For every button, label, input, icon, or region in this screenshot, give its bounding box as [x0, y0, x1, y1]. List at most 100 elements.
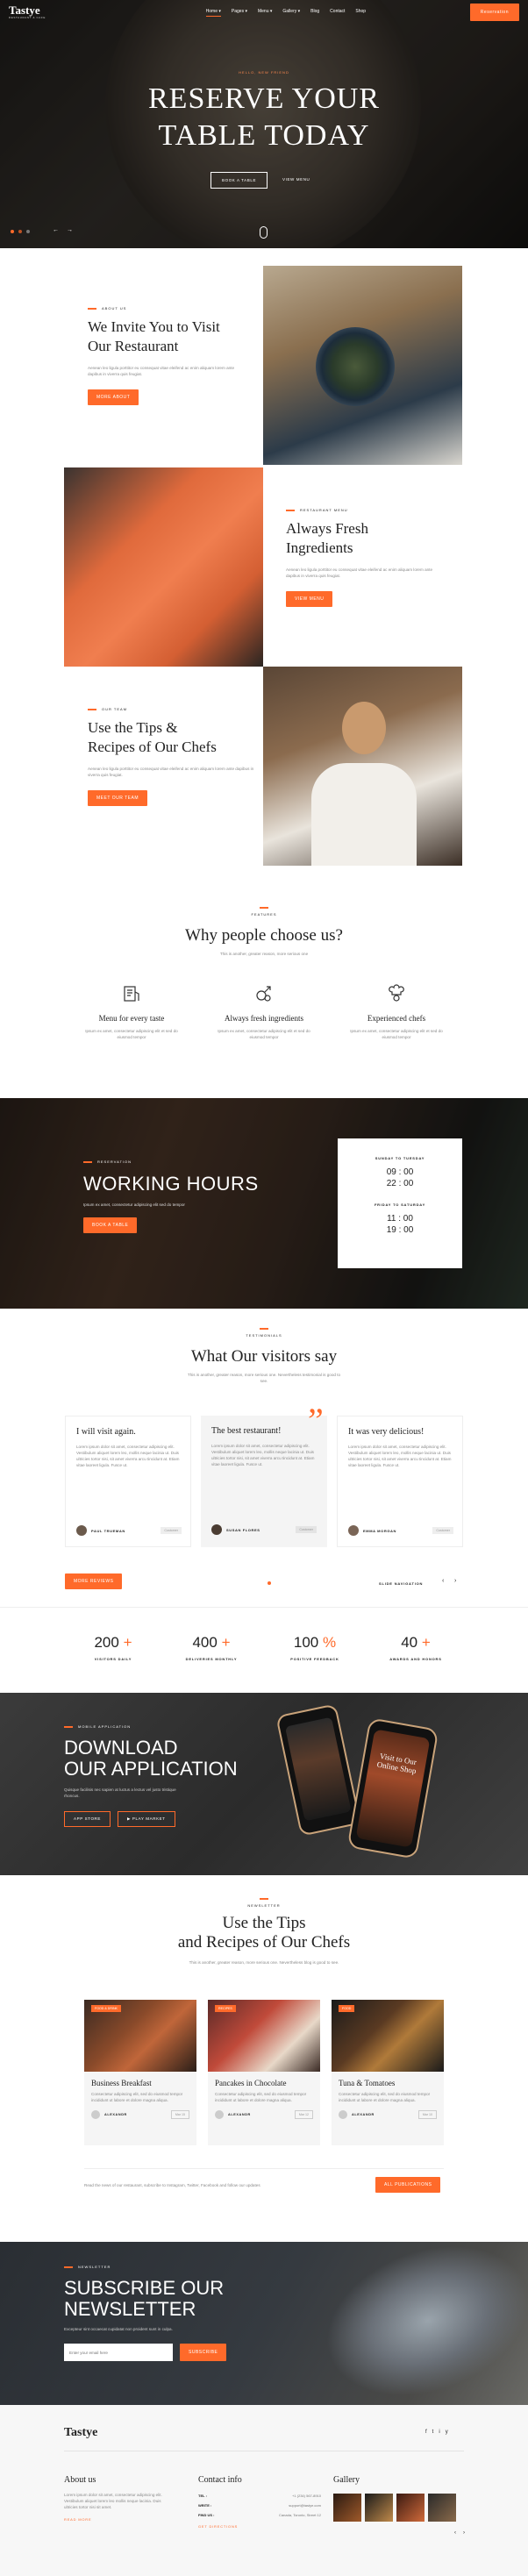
playstore-button[interactable]: ▶ PLAY MARKET: [118, 1811, 175, 1827]
nav-item-pages[interactable]: Pages ▾: [232, 9, 247, 17]
hours-card: SUNDAY TO TUESDAY 09 : 00 22 : 00 FRIDAY…: [338, 1138, 462, 1268]
testimonials-section: TESTIMONIALS What Our visitors say This …: [0, 1309, 528, 1607]
footer-about-title: About us: [64, 2475, 96, 2485]
brand-logo[interactable]: Tastye RESTAURANT & CAFE: [9, 4, 46, 19]
gallery-thumb[interactable]: [333, 2494, 361, 2522]
hero-book-button[interactable]: BOOK A TABLE: [210, 172, 268, 189]
blog-title: Pancakes in Chocolate: [215, 2079, 287, 2087]
blog-author: ALEXANDR: [352, 2113, 375, 2116]
youtube-icon[interactable]: y: [446, 2430, 448, 2435]
fresh-title-line2: Ingredients: [286, 539, 353, 556]
why-title: Why people choose us?: [185, 926, 343, 945]
blog-body: Tuna & Tomatoes Consectetur adipiscing e…: [332, 2072, 444, 2126]
reservation-button[interactable]: Reservation: [469, 4, 519, 21]
all-publications-button[interactable]: ALL PUBLICATIONS: [375, 2177, 441, 2193]
slider-dot[interactable]: [26, 230, 30, 233]
gallery-next-icon[interactable]: ›: [463, 2530, 465, 2536]
subscribe-button[interactable]: SUBSCRIBE: [180, 2344, 227, 2361]
nav-item-gallery[interactable]: Gallery ▾: [282, 9, 300, 17]
stat-value: 200: [94, 1634, 119, 1651]
slider-dot-active[interactable]: [268, 1581, 271, 1585]
news-section: NEWSLETTER Use the Tips and Recipes of O…: [0, 1875, 528, 2242]
gallery-thumb[interactable]: [428, 2494, 456, 2522]
news-kicker-line: [260, 1898, 268, 1900]
appstore-button[interactable]: APP STORE: [64, 1811, 111, 1827]
news-subtitle: This is another, greater reason, more se…: [189, 1960, 339, 1965]
hours-day-label: FRIDAY TO SATURDAY: [374, 1202, 426, 1207]
slider-prev-icon[interactable]: ‹: [442, 1578, 444, 1584]
slider-dot[interactable]: [18, 230, 22, 233]
gallery-prev-icon[interactable]: ‹: [454, 2530, 456, 2536]
hours-open-time: 11 : 00: [387, 1214, 413, 1224]
news-footer-divider: [84, 2168, 444, 2169]
nav-item-home[interactable]: Home ▾: [205, 9, 221, 17]
brand-tagline: RESTAURANT & CAFE: [9, 16, 46, 19]
invite-button[interactable]: MORE ABOUT: [88, 389, 139, 405]
stat-value-row: 100 %: [267, 1634, 363, 1652]
fresh-button[interactable]: VIEW MENU: [286, 591, 333, 607]
feature-title: Menu for every taste: [98, 1014, 165, 1023]
gallery-thumb[interactable]: [396, 2494, 425, 2522]
contact-value[interactable]: +1 (234) 567-8910: [292, 2494, 321, 2498]
store-buttons: APP STORE ▶ PLAY MARKET: [64, 1811, 257, 1827]
facebook-icon[interactable]: f: [425, 2430, 427, 2435]
nav-item-contact[interactable]: Contact: [330, 9, 345, 17]
testimonials-kicker: TESTIMONIALS: [246, 1333, 282, 1338]
stats-section: 200 + VISITORS DAILY 400 + DELIVERIES MO…: [0, 1607, 528, 1695]
feature-menu: Menu for every taste Ipsum ex amet, cons…: [79, 982, 184, 1040]
blog-author-row: ALEXANDR Mar 15: [91, 2110, 189, 2119]
nav-item-shop[interactable]: Shop: [355, 9, 366, 17]
hours-text: Ipsum ex amet, consectetur adipiscing el…: [83, 1202, 185, 1207]
stat-suffix: +: [421, 1634, 431, 1651]
slider-next-icon[interactable]: →: [67, 227, 73, 233]
footer-contact-link[interactable]: GET DIRECTIONS: [198, 2524, 321, 2529]
nav-item-blog[interactable]: Blog: [310, 9, 319, 17]
avatar: [215, 2110, 224, 2119]
author-name: PAUL TRUEMAN: [91, 1528, 125, 1533]
more-reviews-button[interactable]: MORE REVIEWS: [65, 1573, 123, 1589]
hero-menu-link[interactable]: VIEW MENU: [282, 177, 310, 182]
app-kicker: MOBILE APPLICATION: [64, 1724, 257, 1729]
invite-title-line2: Our Restaurant: [88, 338, 179, 354]
gallery-thumb[interactable]: [365, 2494, 393, 2522]
blog-card[interactable]: FOOD & DRINK Business Breakfast Consecte…: [84, 2000, 196, 2145]
brand-name: Tastye: [9, 4, 40, 17]
gallery-grid: [333, 2494, 465, 2522]
slide-navigation-label: SLIDE NAVIGATION: [379, 1581, 424, 1586]
chef-icon: [385, 982, 408, 1005]
slider-dot-active[interactable]: [11, 230, 14, 233]
blog-body: Business Breakfast Consectetur adipiscin…: [84, 2072, 196, 2126]
blog-card[interactable]: FOOD Tuna & Tomatoes Consectetur adipisc…: [332, 2000, 444, 2145]
quote-icon: ”: [308, 1401, 324, 1440]
testimonial-card: I will visit again. Lorem ipsum dolor si…: [65, 1416, 191, 1547]
phone-front: Visit to Our Online Shop: [346, 1717, 439, 1859]
tips-text-block: OUR TEAM Use the Tips & Recipes of Our C…: [88, 707, 254, 806]
stat-value-row: 40 +: [367, 1634, 464, 1652]
fresh-title-line1: Always Fresh: [286, 520, 368, 537]
stat-label: AWARDS AND HONORS: [389, 1657, 442, 1661]
contact-value[interactable]: support@tastye.com: [289, 2503, 321, 2508]
tips-button[interactable]: MEET OUR TEAM: [88, 790, 147, 806]
twitter-icon[interactable]: t: [432, 2430, 434, 2435]
scroll-down-icon[interactable]: [260, 226, 268, 239]
salmon-image: [64, 467, 263, 667]
blog-card[interactable]: RECIPES Pancakes in Chocolate Consectetu…: [208, 2000, 320, 2145]
slider-prev-icon[interactable]: ←: [53, 227, 59, 233]
news-kicker: NEWSLETTER: [247, 1903, 281, 1908]
contact-row: WRITE : support@tastye.com: [198, 2503, 321, 2508]
fresh-kicker: RESTAURANT MENU: [286, 508, 444, 512]
testimonials-kicker-line: [260, 1328, 268, 1330]
nav-item-menu[interactable]: Menu ▾: [258, 9, 272, 17]
hours-book-button[interactable]: BOOK A TABLE: [83, 1217, 138, 1233]
slider-next-icon[interactable]: ›: [454, 1578, 456, 1584]
chef-image: [263, 667, 462, 866]
stat-value-row: 200 +: [65, 1634, 161, 1652]
site-header: Tastye RESTAURANT & CAFE Home ▾ Pages ▾ …: [0, 0, 528, 25]
tips-title-line1: Use the Tips &: [88, 719, 178, 736]
footer-contact-title: Contact info: [198, 2475, 242, 2485]
stat-suffix: %: [322, 1634, 337, 1651]
email-input[interactable]: [64, 2344, 173, 2361]
footer-brand[interactable]: Tastye: [64, 2426, 97, 2440]
contact-value[interactable]: Canada, Toronto, Street 12: [279, 2513, 321, 2517]
footer-about-link[interactable]: READ MORE: [64, 2517, 169, 2522]
